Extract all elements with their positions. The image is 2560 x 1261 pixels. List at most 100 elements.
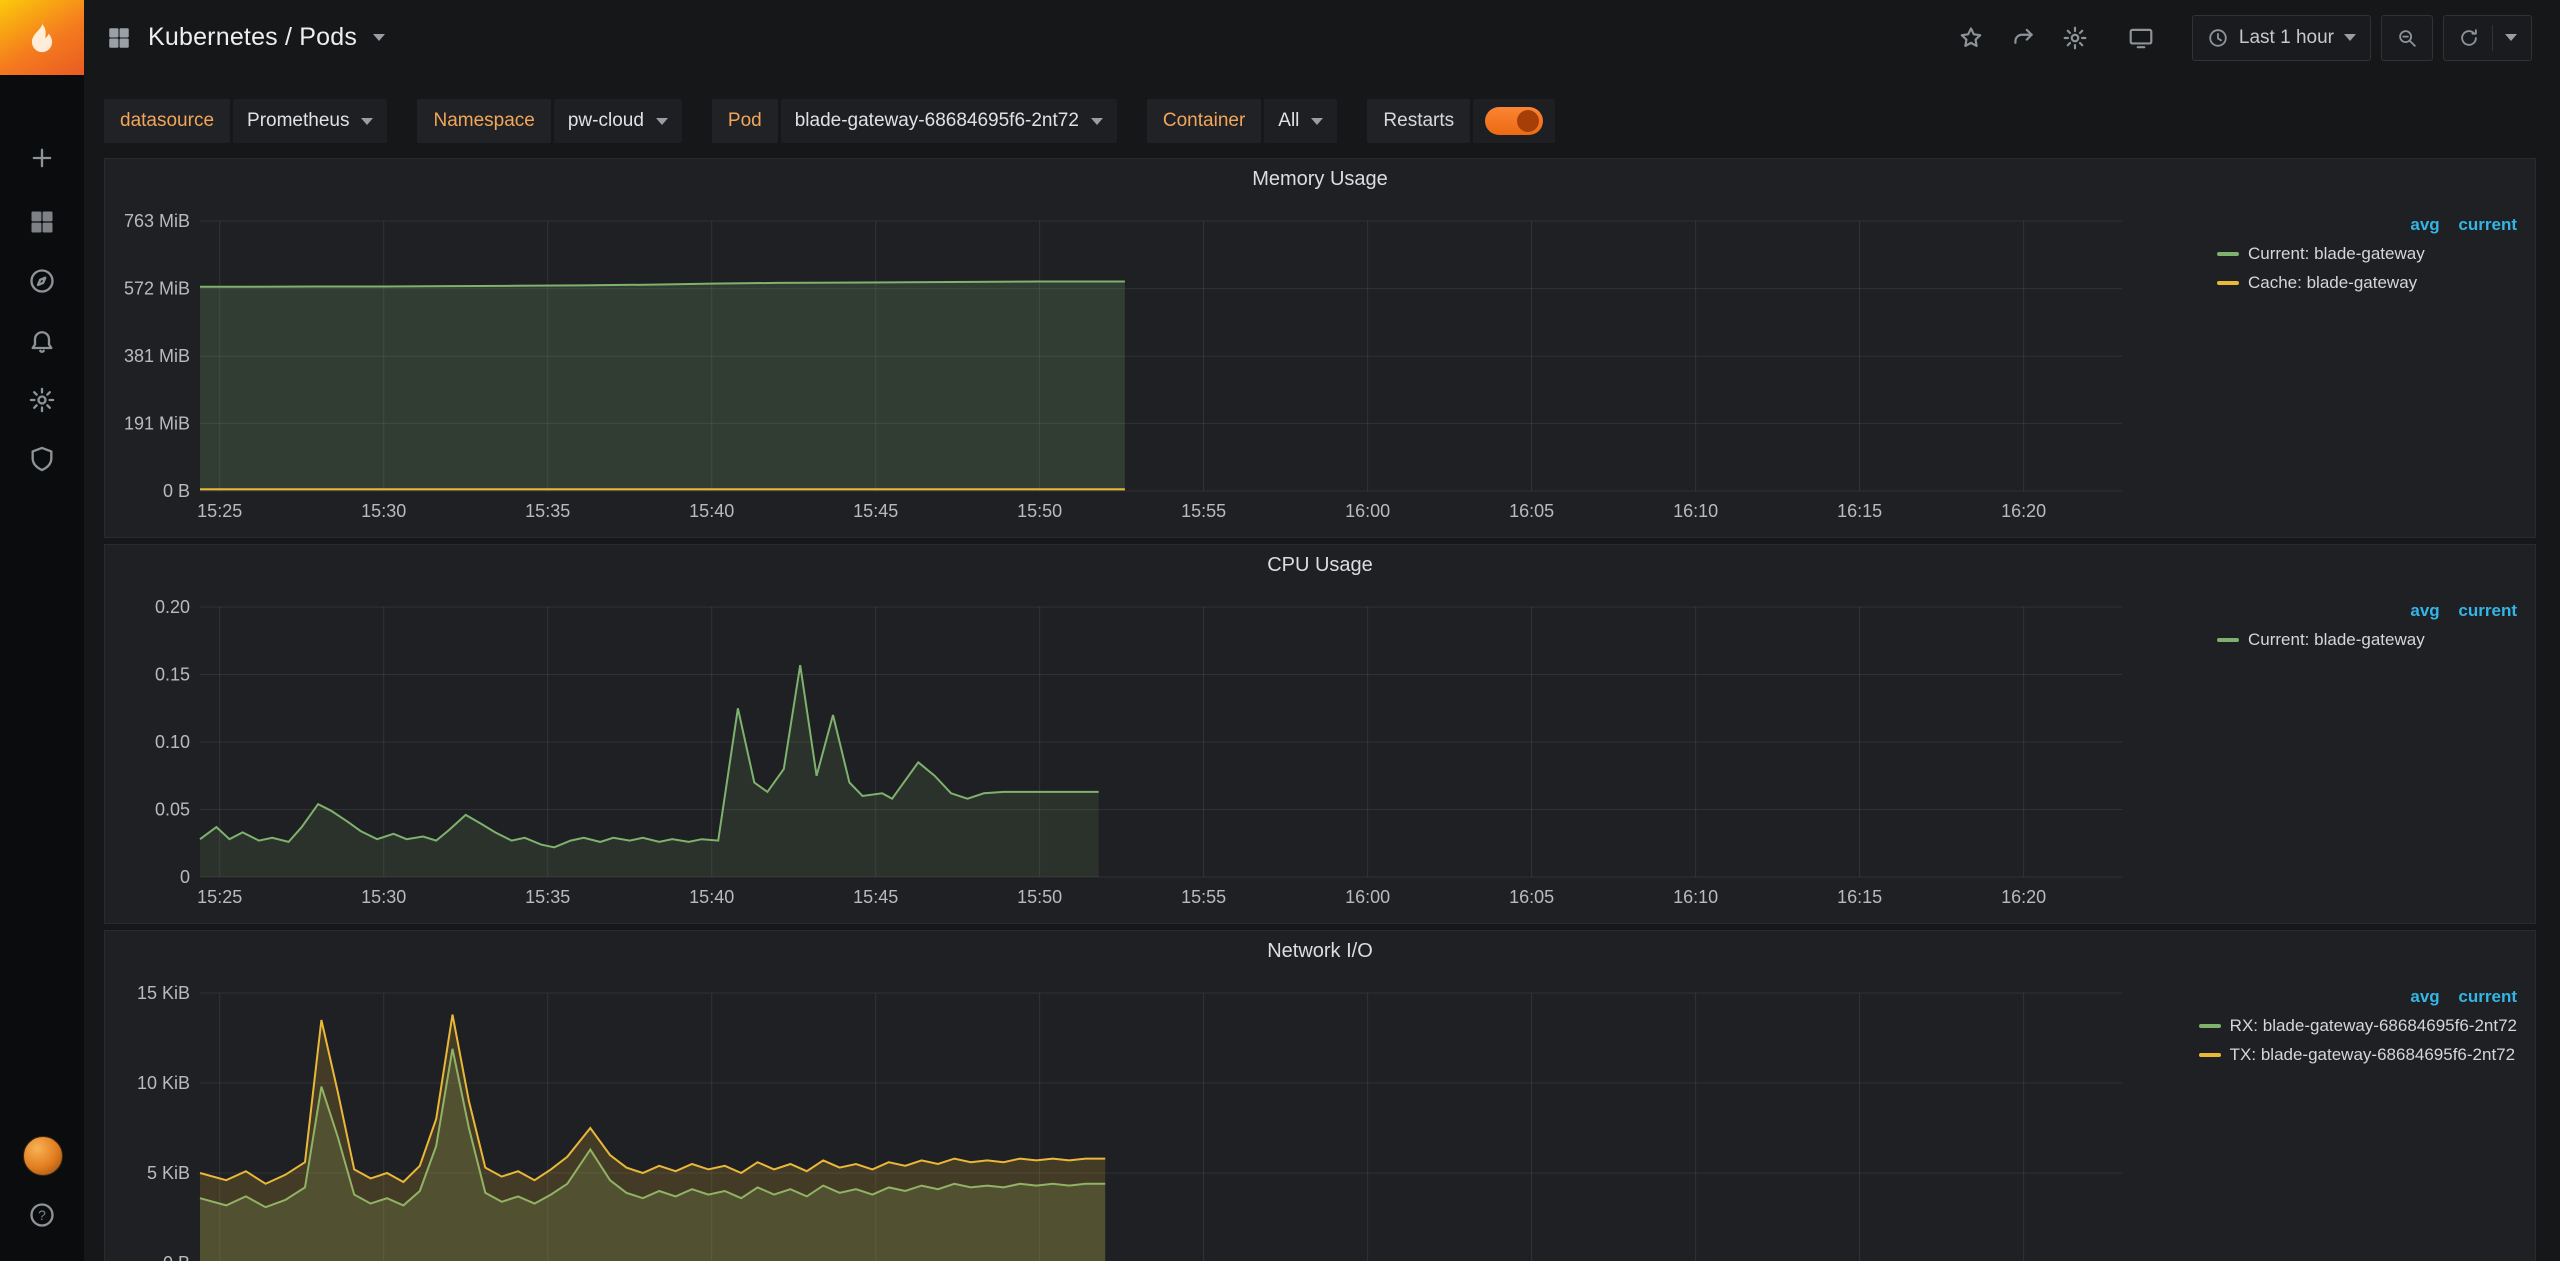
variable-datasource-label: datasource — [104, 99, 230, 143]
sidebar-item-server-admin[interactable] — [0, 433, 84, 485]
svg-text:15:45: 15:45 — [853, 501, 898, 521]
variable-pod-value[interactable]: blade-gateway-68684695f6-2nt72 — [781, 99, 1117, 143]
variable-namespace-value[interactable]: pw-cloud — [554, 99, 682, 143]
legend-header: avg current — [2217, 601, 2517, 621]
legend-series-name[interactable]: Current: blade-gateway — [2248, 630, 2425, 650]
svg-text:16:20: 16:20 — [2001, 887, 2046, 907]
clock-icon — [2207, 27, 2229, 49]
grafana-logo[interactable] — [0, 0, 84, 75]
legend-series-marker — [2199, 1053, 2221, 1057]
time-picker[interactable]: Last 1 hour — [2192, 15, 2371, 61]
sidebar-item-dashboards[interactable] — [0, 196, 84, 248]
legend-row[interactable]: TX: blade-gateway-68684695f6-2nt72 — [2199, 1045, 2517, 1065]
sidebar-item-help[interactable]: ? — [0, 1189, 84, 1241]
legend-series-marker — [2217, 281, 2239, 285]
variable-container: Container All — [1147, 99, 1338, 143]
refresh-interval-caret-icon[interactable] — [2505, 34, 2517, 41]
star-icon — [1958, 25, 1984, 51]
svg-text:15:35: 15:35 — [525, 887, 570, 907]
panel-network-io: Network I/O 15:2515:3015:3515:4015:4515:… — [104, 930, 2536, 1261]
svg-text:?: ? — [38, 1207, 46, 1223]
dashboard-title-caret-icon[interactable] — [373, 34, 385, 41]
svg-text:15:30: 15:30 — [361, 887, 406, 907]
variable-restarts-label: Restarts — [1367, 99, 1470, 143]
user-avatar[interactable] — [23, 1136, 63, 1176]
shield-icon — [28, 445, 56, 473]
legend-series-marker — [2217, 252, 2239, 256]
sidebar: ? — [0, 0, 84, 1261]
toggle-knob — [1517, 110, 1539, 132]
dashboard-title[interactable]: Kubernetes / Pods — [148, 23, 357, 52]
legend-series-name[interactable]: TX: blade-gateway-68684695f6-2nt72 — [2230, 1045, 2515, 1065]
legend: avg current Current: blade-gateway Cache:… — [2217, 215, 2517, 293]
restarts-switch-chip[interactable] — [1473, 99, 1555, 143]
svg-text:572 MiB: 572 MiB — [124, 279, 190, 299]
legend-row[interactable]: Current: blade-gateway — [2217, 630, 2517, 650]
dashboard-settings-button[interactable] — [2062, 25, 2088, 51]
svg-text:16:00: 16:00 — [1345, 887, 1390, 907]
svg-text:15:25: 15:25 — [197, 501, 242, 521]
legend: avg current RX: blade-gateway-68684695f6… — [2199, 987, 2517, 1065]
legend-sort-current[interactable]: current — [2458, 987, 2517, 1006]
sidebar-item-create[interactable] — [0, 132, 84, 184]
variable-container-value[interactable]: All — [1264, 99, 1337, 143]
panel-title[interactable]: Network I/O — [105, 931, 2535, 971]
svg-text:10 KiB: 10 KiB — [137, 1073, 190, 1093]
network-io-chart[interactable]: 15:2515:3015:3515:4015:4515:5015:5516:00… — [105, 971, 2137, 1261]
svg-text:0.20: 0.20 — [155, 597, 190, 617]
variable-container-selected: All — [1278, 110, 1299, 132]
variable-datasource-value[interactable]: Prometheus — [233, 99, 387, 143]
legend-sort-avg[interactable]: avg — [2410, 987, 2439, 1006]
svg-text:15:50: 15:50 — [1017, 887, 1062, 907]
star-dashboard-button[interactable] — [1958, 25, 1984, 51]
svg-text:0: 0 — [180, 867, 190, 887]
chevron-down-icon — [361, 118, 373, 125]
sidebar-item-alerting[interactable] — [0, 315, 84, 367]
restarts-toggle[interactable] — [1485, 107, 1543, 135]
variable-pod: Pod blade-gateway-68684695f6-2nt72 — [712, 99, 1117, 143]
zoom-out-button[interactable] — [2381, 15, 2433, 61]
cycle-view-mode-button[interactable] — [2128, 25, 2154, 51]
plus-icon — [28, 144, 56, 172]
legend-sort-avg[interactable]: avg — [2410, 215, 2439, 234]
svg-text:381 MiB: 381 MiB — [124, 346, 190, 366]
sidebar-item-explore[interactable] — [0, 255, 84, 307]
sidebar-item-configuration[interactable] — [0, 374, 84, 426]
svg-text:16:15: 16:15 — [1837, 887, 1882, 907]
legend-series-name[interactable]: Cache: blade-gateway — [2248, 273, 2417, 293]
panel-cpu-usage: CPU Usage 15:2515:3015:3515:4015:4515:50… — [104, 544, 2536, 924]
dashboard-picker-icon[interactable] — [106, 25, 132, 51]
legend-series-name[interactable]: Current: blade-gateway — [2248, 244, 2425, 264]
share-icon — [2010, 25, 2036, 51]
panel-title[interactable]: Memory Usage — [105, 159, 2535, 199]
tv-icon — [2128, 25, 2154, 51]
cpu-usage-chart[interactable]: 15:2515:3015:3515:4015:4515:5015:5516:00… — [105, 585, 2137, 925]
panel-title[interactable]: CPU Usage — [105, 545, 2535, 585]
svg-text:15:55: 15:55 — [1181, 887, 1226, 907]
flame-icon — [20, 16, 64, 60]
legend-header: avg current — [2199, 987, 2517, 1007]
memory-usage-chart[interactable]: 15:2515:3015:3515:4015:4515:5015:5516:00… — [105, 199, 2137, 539]
svg-text:191 MiB: 191 MiB — [124, 413, 190, 433]
share-dashboard-button[interactable] — [2010, 25, 2036, 51]
help-icon: ? — [28, 1201, 56, 1229]
svg-text:763 MiB: 763 MiB — [124, 211, 190, 231]
time-picker-caret-icon — [2344, 34, 2356, 41]
grafana-dashboard: { "app": { "header": { "title": "Kuberne… — [0, 0, 2560, 1261]
legend-row[interactable]: Current: blade-gateway — [2217, 244, 2517, 264]
dashboards-grid-icon — [28, 208, 56, 236]
svg-text:0.05: 0.05 — [155, 800, 190, 820]
legend-sort-current[interactable]: current — [2458, 601, 2517, 620]
legend-row[interactable]: RX: blade-gateway-68684695f6-2nt72 — [2199, 1016, 2517, 1036]
legend-row[interactable]: Cache: blade-gateway — [2217, 273, 2517, 293]
refresh-button-group[interactable] — [2443, 15, 2532, 61]
legend-series-name[interactable]: RX: blade-gateway-68684695f6-2nt72 — [2230, 1016, 2517, 1036]
variable-datasource-selected: Prometheus — [247, 110, 349, 132]
svg-text:16:00: 16:00 — [1345, 501, 1390, 521]
legend-sort-current[interactable]: current — [2458, 215, 2517, 234]
chevron-down-icon — [1311, 118, 1323, 125]
legend-sort-avg[interactable]: avg — [2410, 601, 2439, 620]
time-range-label: Last 1 hour — [2239, 27, 2334, 49]
svg-text:16:20: 16:20 — [2001, 501, 2046, 521]
gear-icon — [2062, 25, 2088, 51]
